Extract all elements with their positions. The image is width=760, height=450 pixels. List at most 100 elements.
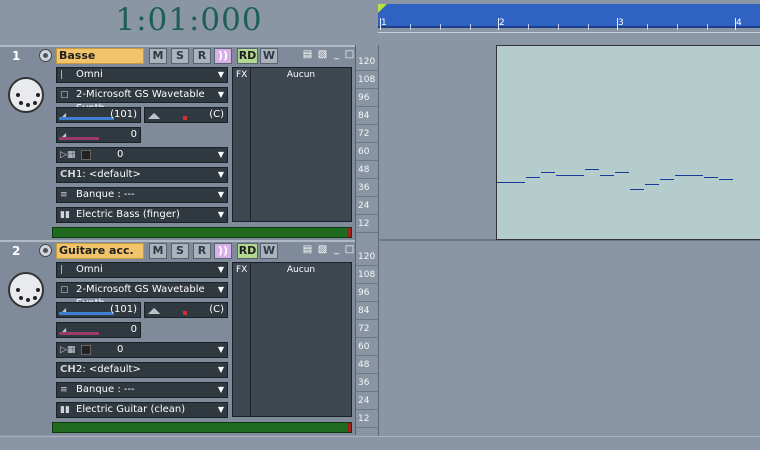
note-scale-label: 120 xyxy=(358,57,376,67)
aux-send-slider[interactable]: ◢ 0 xyxy=(56,127,141,143)
midi-connector-icon xyxy=(8,77,44,113)
channel-select[interactable]: CH 2: <default> ▼ xyxy=(56,362,228,378)
pan-value: (C) xyxy=(209,109,224,120)
input-echo-button[interactable]: )) xyxy=(214,243,232,259)
ruler-bar-label: 1 xyxy=(381,18,387,28)
channel-label: CH xyxy=(60,169,76,180)
track-2-clip-lane[interactable] xyxy=(378,241,760,436)
pan-slider[interactable]: ◢◣ (C) xyxy=(144,302,228,318)
ruler-beat-tick xyxy=(528,24,529,30)
record-arm-button[interactable]: R xyxy=(193,243,211,259)
track-view-icon[interactable]: ▤ xyxy=(302,49,313,61)
note-scale-label: 60 xyxy=(358,342,370,352)
volume-slider[interactable]: ◢ (101) xyxy=(56,302,141,318)
time-display[interactable]: 1:01:000 xyxy=(0,0,378,40)
ruler-beat-tick xyxy=(470,24,471,30)
patch-icon: ▮▮ xyxy=(60,405,70,415)
note-scale-label: 84 xyxy=(358,111,370,121)
ruler-beat-tick xyxy=(558,24,559,30)
automation-read-button[interactable]: RD xyxy=(237,243,258,259)
key-offset-select[interactable]: ▷▦ 0 ▼ xyxy=(56,147,228,163)
ruler-bar-label: 3 xyxy=(618,18,624,28)
ruler-divider xyxy=(378,32,760,33)
track-1: 1 Basse M S R )) RD W ▤ ▧ _ □ | Omni ▼ ▢… xyxy=(0,45,378,240)
minimize-icon[interactable]: _ xyxy=(331,49,342,61)
track-2: 2 Guitare acc. M S R )) RD W ▤ ▧ _ □ | O… xyxy=(0,240,378,435)
output-select[interactable]: ▢ 2-Microsoft GS Wavetable Synth ▼ xyxy=(56,282,228,309)
key-offset-select[interactable]: ▷▦ 0 ▼ xyxy=(56,342,228,358)
track-number: 1 xyxy=(12,49,21,63)
maximize-icon[interactable]: □ xyxy=(344,49,355,61)
patch-select[interactable]: ▮▮ Electric Bass (finger) ▼ xyxy=(56,207,228,223)
volume-level-bar xyxy=(59,312,114,315)
fx-value: Aucun xyxy=(286,70,316,80)
fx-label: FX xyxy=(236,265,248,275)
output-meter xyxy=(52,422,352,433)
automation-write-button[interactable]: W xyxy=(260,243,278,259)
channel-label: CH xyxy=(60,364,76,375)
key-offset-checkbox[interactable] xyxy=(81,345,91,355)
pan-value: (C) xyxy=(209,304,224,315)
automation-read-button[interactable]: RD xyxy=(237,48,258,64)
track-name-field[interactable]: Guitare acc. xyxy=(56,243,144,259)
ruler-beat-tick xyxy=(677,24,678,30)
bank-select[interactable]: ≡ Banque : --- ▼ xyxy=(56,187,228,203)
automation-write-button[interactable]: W xyxy=(260,48,278,64)
mute-button[interactable]: M xyxy=(149,243,167,259)
note-scale-label: 48 xyxy=(358,165,370,175)
chevron-down-icon: ▼ xyxy=(217,405,224,414)
track-view-icon[interactable]: ▤ xyxy=(302,244,313,256)
time-ruler[interactable]: 1 2 3 4 xyxy=(378,4,760,30)
aux-send-slider[interactable]: ◢ 0 xyxy=(56,322,141,338)
record-arm-button[interactable]: R xyxy=(193,48,211,64)
minimize-icon[interactable]: _ xyxy=(331,244,342,256)
volume-slider[interactable]: ◢ (101) xyxy=(56,107,141,123)
patch-select[interactable]: ▮▮ Electric Guitar (clean) ▼ xyxy=(56,402,228,418)
chevron-down-icon: ▼ xyxy=(217,190,224,199)
track-strip-icon[interactable]: ▧ xyxy=(317,244,328,256)
track-settings-icon[interactable] xyxy=(39,49,52,62)
note-scale-label: 36 xyxy=(358,378,370,388)
note-scale-label: 96 xyxy=(358,93,370,103)
note-scale-label: 24 xyxy=(358,201,370,211)
chevron-down-icon: ▼ xyxy=(217,210,224,219)
bank-select[interactable]: ≡ Banque : --- ▼ xyxy=(56,382,228,398)
solo-button[interactable]: S xyxy=(171,48,189,64)
note-event xyxy=(541,172,555,173)
pan-slider[interactable]: ◢◣ (C) xyxy=(144,107,228,123)
note-scale-label: 96 xyxy=(358,288,370,298)
pan-icon: ◢◣ xyxy=(148,111,161,120)
chevron-down-icon: ▼ xyxy=(217,70,224,79)
maximize-icon[interactable]: □ xyxy=(344,244,355,256)
loop-start-marker[interactable] xyxy=(378,4,387,13)
chevron-down-icon: ▼ xyxy=(217,385,224,394)
aux-send-value: 0 xyxy=(130,324,137,335)
ruler-beat-tick xyxy=(707,24,708,30)
mute-button[interactable]: M xyxy=(149,48,167,64)
midi-clip[interactable] xyxy=(496,45,760,240)
input-select[interactable]: | Omni ▼ xyxy=(56,262,228,278)
note-event xyxy=(600,175,614,176)
track-settings-icon[interactable] xyxy=(39,244,52,257)
track-name-field[interactable]: Basse xyxy=(56,48,144,64)
note-scale-label: 48 xyxy=(358,360,370,370)
solo-button[interactable]: S xyxy=(171,243,189,259)
input-select[interactable]: | Omni ▼ xyxy=(56,67,228,83)
output-icon: ▢ xyxy=(60,90,69,100)
chevron-down-icon: ▼ xyxy=(217,90,224,99)
ruler-bar-label: 4 xyxy=(736,18,742,28)
key-offset-checkbox[interactable] xyxy=(81,150,91,160)
note-event xyxy=(585,169,599,170)
note-scale-label: 36 xyxy=(358,183,370,193)
input-echo-button[interactable]: )) xyxy=(214,48,232,64)
ruler-beat-tick xyxy=(410,24,411,30)
track-strip-icon[interactable]: ▧ xyxy=(317,49,328,61)
channel-select[interactable]: CH 1: <default> ▼ xyxy=(56,167,228,183)
fx-bin[interactable]: FX Aucun xyxy=(232,67,352,222)
note-event xyxy=(526,177,540,178)
fx-bin[interactable]: FX Aucun xyxy=(232,262,352,417)
aux-send-value: 0 xyxy=(130,129,137,140)
pan-indicator xyxy=(183,311,187,315)
output-select[interactable]: ▢ 2-Microsoft GS Wavetable Synth ▼ xyxy=(56,87,228,114)
volume-level-bar xyxy=(59,117,114,120)
